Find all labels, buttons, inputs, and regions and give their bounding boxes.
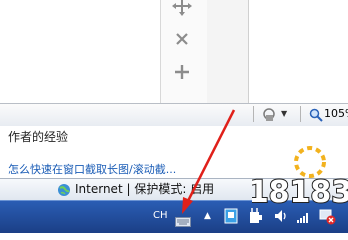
signal-icon[interactable] xyxy=(296,209,310,223)
article-link[interactable]: 怎么快速在窗口截取长图/滚动截... xyxy=(8,163,176,177)
zoom-icon[interactable] xyxy=(309,107,323,122)
protected-mode-dropdown-icon[interactable]: ▼ xyxy=(281,107,287,121)
security-zone-label[interactable]: Internet | 保护模式: 启用 xyxy=(75,181,214,197)
right-panel xyxy=(248,0,348,103)
close-icon[interactable] xyxy=(170,27,194,51)
watermark-logo: 18183 xyxy=(252,146,348,210)
status-divider xyxy=(253,106,254,122)
status-divider xyxy=(300,106,301,122)
zoom-level[interactable]: 105% xyxy=(324,106,348,122)
protected-mode-icon[interactable] xyxy=(262,107,276,121)
content-text: 作者的经验 xyxy=(8,130,69,144)
browser-status-bar xyxy=(0,103,348,127)
move-icon[interactable] xyxy=(170,0,194,18)
left-panel xyxy=(0,0,160,103)
svg-text:18183: 18183 xyxy=(252,175,348,210)
keyboard-icon[interactable] xyxy=(175,212,191,227)
globe-icon xyxy=(57,182,71,196)
network-icon[interactable] xyxy=(224,207,238,225)
plus-icon[interactable] xyxy=(170,60,194,84)
volume-icon[interactable] xyxy=(274,208,288,224)
language-indicator[interactable]: CH xyxy=(153,210,168,222)
show-hidden-icons-icon[interactable]: ▲ xyxy=(204,210,211,222)
